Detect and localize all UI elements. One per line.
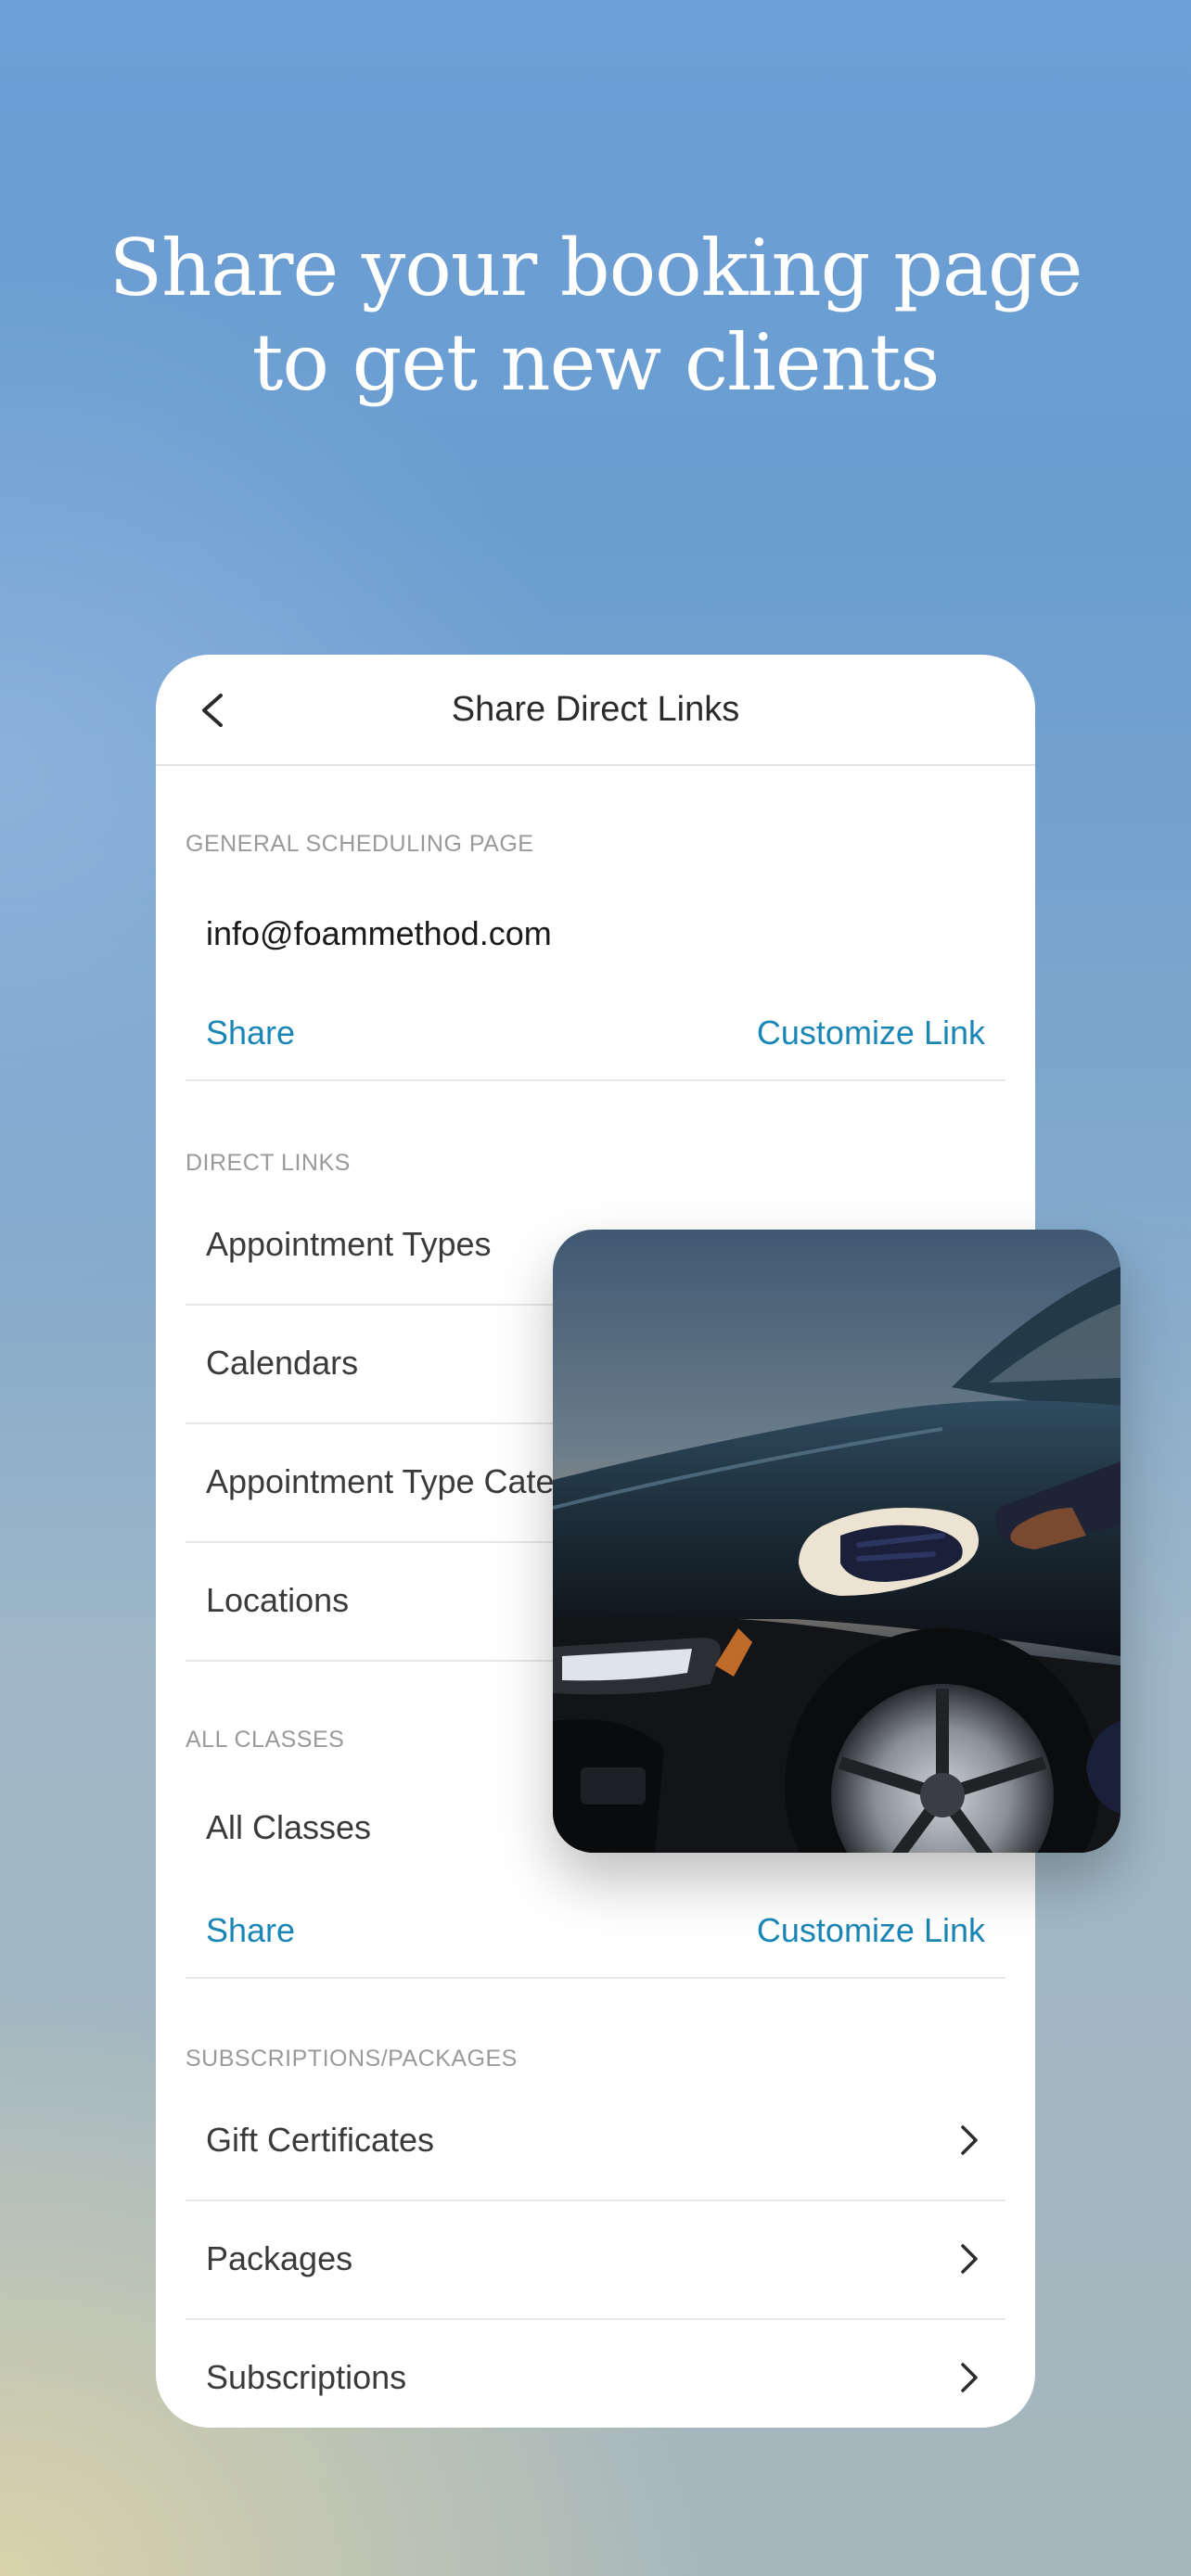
car-detailing-photo xyxy=(553,1230,1121,1853)
share-button[interactable]: Share xyxy=(206,1884,295,1977)
list-item-packages[interactable]: Packages xyxy=(186,2200,1005,2320)
subscriptions-header: SUBSCRIPTIONS/PACKAGES xyxy=(186,2046,518,2072)
list-item-label: Packages xyxy=(206,2239,353,2277)
list-item-label: Appointment Types xyxy=(206,1225,492,1263)
list-item-label: Subscriptions xyxy=(206,2358,407,2396)
list-item-label: Gift Certificates xyxy=(206,2121,435,2159)
page-title: Share Direct Links xyxy=(451,690,740,729)
headline-line-1: Share your booking page xyxy=(109,223,1083,313)
customize-link-button[interactable]: Customize Link xyxy=(757,987,985,1079)
list-item-label: Locations xyxy=(206,1581,350,1619)
nav-bar: Share Direct Links xyxy=(156,655,1035,766)
list-item-subscriptions[interactable]: Subscriptions xyxy=(186,2318,1005,2428)
headline-line-2: to get new clients xyxy=(251,317,941,408)
list-item-label: Calendars xyxy=(206,1344,359,1382)
car-illustration xyxy=(553,1230,1121,1853)
all-classes-header: ALL CLASSES xyxy=(186,1727,345,1753)
all-classes-actions: Share Customize Link xyxy=(186,1884,1005,1979)
share-button[interactable]: Share xyxy=(206,987,295,1079)
all-classes-value: All Classes xyxy=(206,1808,372,1846)
general-actions: Share Customize Link xyxy=(186,987,1005,1081)
chevron-right-icon xyxy=(961,2244,978,2274)
general-link-value: info@foammethod.com xyxy=(206,914,552,952)
subscriptions-section: SUBSCRIPTIONS/PACKAGES Gift Certificates… xyxy=(186,1979,1005,2428)
chevron-right-icon xyxy=(961,2125,978,2155)
customize-link-button[interactable]: Customize Link xyxy=(757,1884,985,1977)
general-section-header: GENERAL SCHEDULING PAGE xyxy=(186,831,534,857)
general-section: GENERAL SCHEDULING PAGE info@foammethod.… xyxy=(186,766,1005,1083)
chevron-right-icon xyxy=(961,2363,978,2392)
list-item-gift-certificates[interactable]: Gift Certificates xyxy=(186,2081,1005,2201)
headline: Share your booking page to get new clien… xyxy=(0,221,1191,410)
direct-links-header: DIRECT LINKS xyxy=(186,1150,351,1176)
